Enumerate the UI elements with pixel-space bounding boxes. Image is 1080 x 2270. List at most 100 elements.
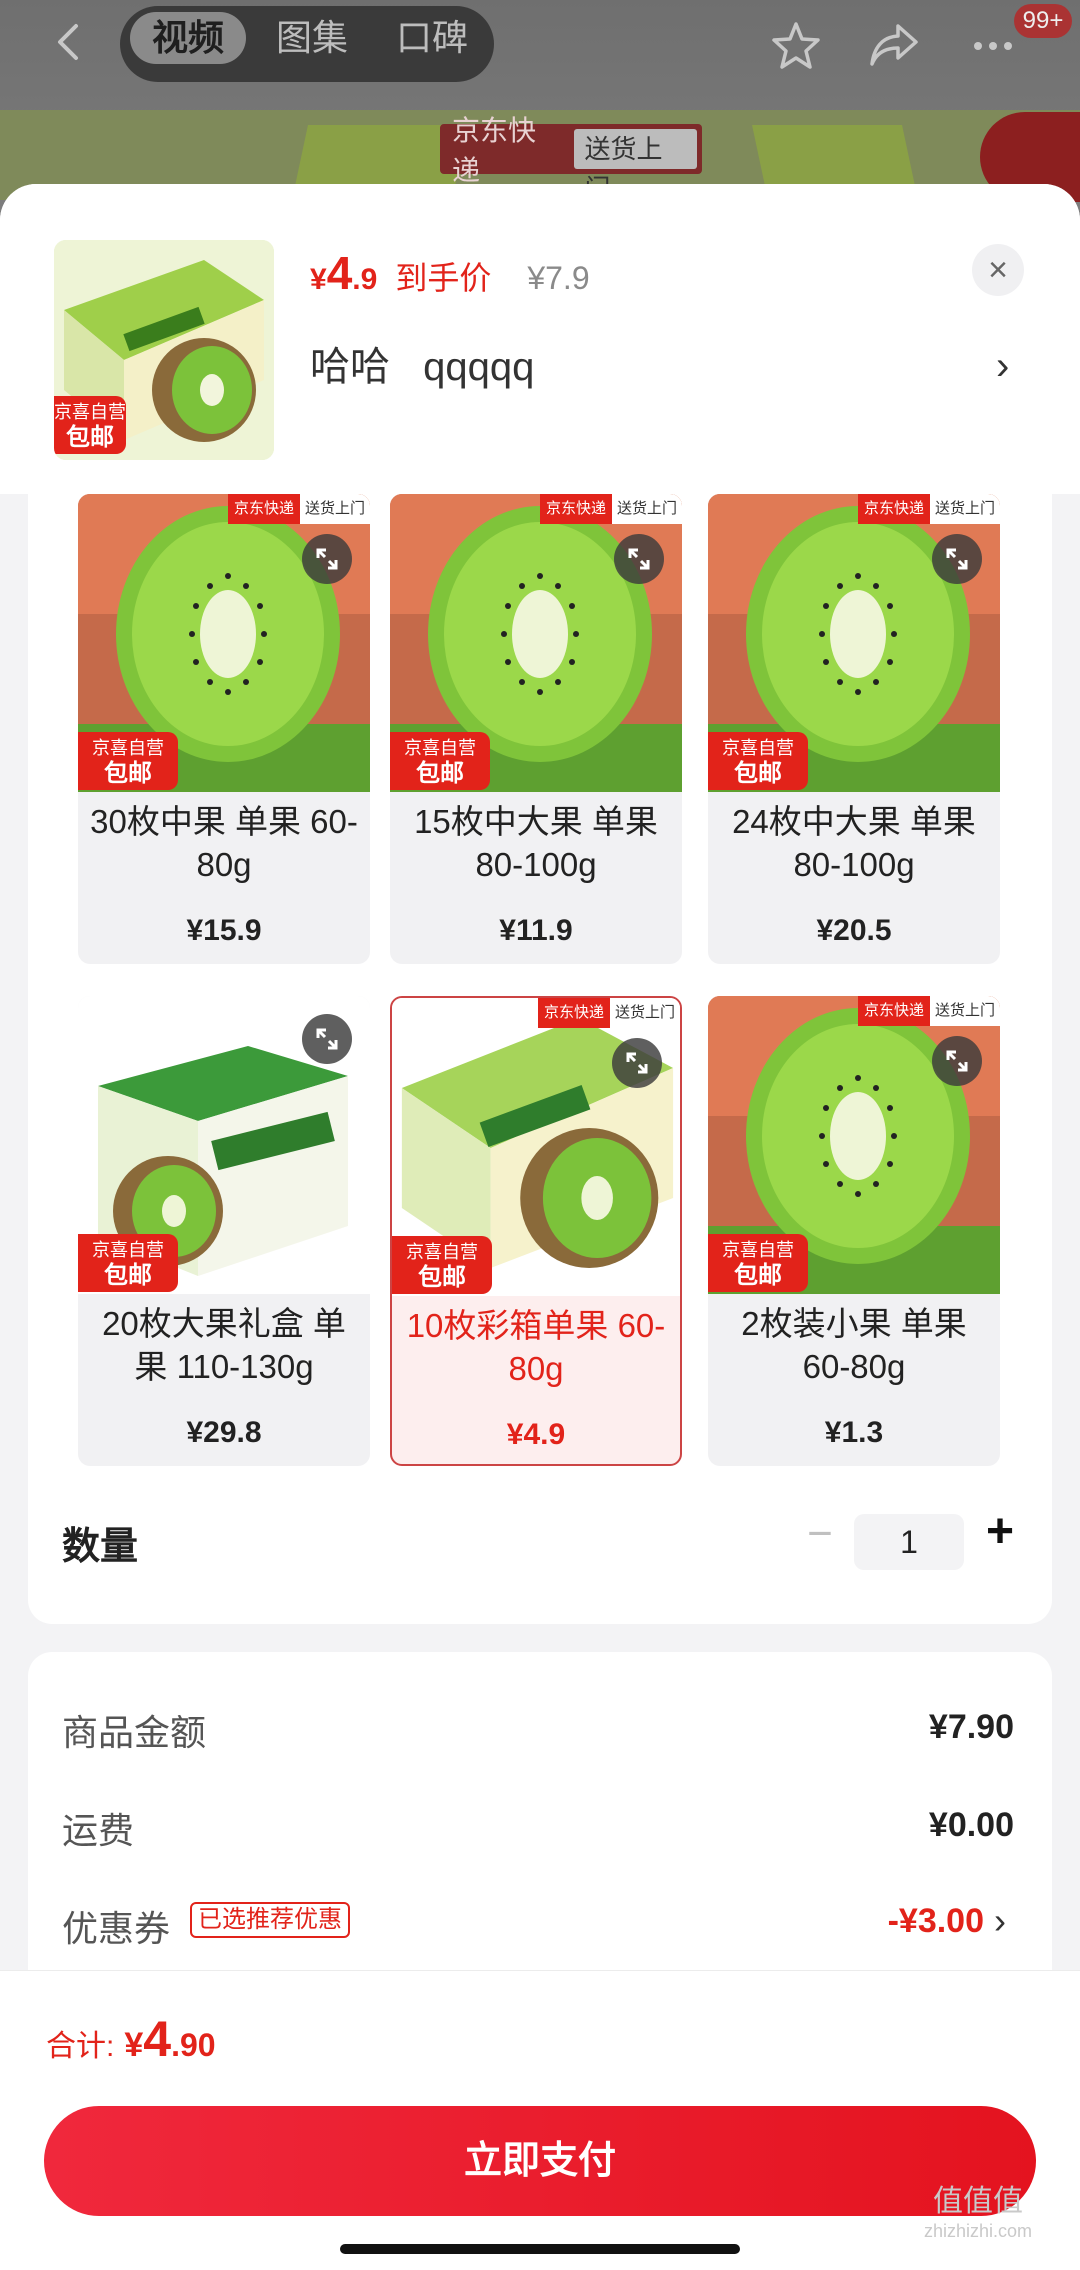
total-currency: ¥ bbox=[124, 2026, 144, 2064]
jd-express-tag: 京东快递 送货上门 bbox=[537, 998, 680, 1028]
jd-express-tag: 京东快递 送货上门 bbox=[227, 494, 370, 524]
jd-express-label: 京东快递 bbox=[537, 998, 610, 1028]
product-option-card[interactable]: 京东快递 送货上门京喜自营 包邮 30枚中果 单果 60-80g ¥15.9 bbox=[78, 494, 370, 964]
product-option-price: ¥11.9 bbox=[499, 914, 573, 947]
expand-icon[interactable] bbox=[302, 1014, 352, 1064]
total-amount: 合计: ¥ 4 .90 bbox=[46, 2010, 216, 2068]
product-option-price: ¥4.9 bbox=[506, 1418, 566, 1451]
jd-express-label: 京东快递 bbox=[227, 494, 300, 524]
product-option-price: ¥29.8 bbox=[186, 1416, 262, 1449]
coupon-selected-chip[interactable]: 已选推荐优惠 bbox=[190, 1902, 350, 1938]
tab-gallery[interactable]: 图集 bbox=[262, 12, 362, 64]
product-option-card[interactable]: 京东快递 送货上门京喜自营 包邮 2枚装小果 单果 60-80g ¥1.3 bbox=[708, 996, 1000, 1466]
home-indicator[interactable] bbox=[340, 2244, 740, 2254]
original-price: ¥7.9 bbox=[527, 260, 590, 296]
delivery-label: 送货上门 bbox=[611, 494, 682, 524]
tab-video[interactable]: 视频 bbox=[130, 12, 246, 64]
free-shipping-label: 包邮 bbox=[734, 1262, 782, 1289]
price-row: ¥ 4 .9 到手价 ¥7.9 bbox=[310, 246, 590, 306]
product-option-name: 24枚中大果 单果 80-100g bbox=[732, 803, 976, 883]
product-option-price: ¥1.3 bbox=[824, 1416, 884, 1449]
self-operated-label: 京喜自营 bbox=[722, 1240, 794, 1260]
free-shipping-label: 包邮 bbox=[416, 760, 464, 787]
self-operated-badge: 京喜自营 包邮 bbox=[78, 1234, 178, 1292]
product-option-card[interactable]: 京东快递 送货上门京喜自营 包邮 10枚彩箱单果 60-80g ¥4.9 bbox=[390, 996, 682, 1466]
product-thumbnail: 京喜自营 包邮 bbox=[54, 240, 274, 460]
price-decimal: .9 bbox=[352, 263, 378, 296]
self-operated-label: 京喜自营 bbox=[92, 1240, 164, 1260]
delivery-label: 送货上门 bbox=[929, 996, 1000, 1026]
shipping-value: ¥0.00 bbox=[928, 1806, 1014, 1844]
star-icon[interactable] bbox=[768, 18, 824, 74]
coupon-value[interactable]: -¥3.00 bbox=[888, 1902, 984, 1941]
jd-express-label: 京东快递 bbox=[452, 115, 537, 186]
more-icon[interactable] bbox=[968, 20, 1018, 70]
final-price-label: 到手价 bbox=[395, 260, 492, 296]
close-button[interactable]: × bbox=[972, 244, 1024, 296]
self-operated-label: 京喜自营 bbox=[404, 738, 476, 758]
goods-amount-label: 商品金额 bbox=[62, 1712, 207, 1753]
delivery-label: 送货上门 bbox=[299, 494, 370, 524]
shipping-label: 运费 bbox=[62, 1810, 135, 1851]
goods-amount-value: ¥7.90 bbox=[928, 1708, 1014, 1746]
product-option-card[interactable]: 京东快递 送货上门京喜自营 包邮 24枚中大果 单果 80-100g ¥20.5 bbox=[708, 494, 1000, 964]
quantity-label: 数量 bbox=[62, 1526, 139, 1568]
quantity-decrease-button[interactable]: − bbox=[800, 1512, 840, 1556]
expand-icon[interactable] bbox=[932, 534, 982, 584]
delivery-label: 送货上门 bbox=[609, 998, 680, 1028]
self-operated-label: 京喜自营 bbox=[722, 738, 794, 758]
quantity-increase-button[interactable]: + bbox=[978, 1508, 1022, 1556]
product-option-name: 2枚装小果 单果 60-80g bbox=[741, 1305, 967, 1385]
self-operated-badge: 京喜自营 包邮 bbox=[392, 1236, 492, 1294]
quantity-input[interactable]: 1 bbox=[854, 1514, 964, 1570]
jd-express-label: 京东快递 bbox=[857, 996, 930, 1026]
jd-express-tag: 京东快递 送货上门 bbox=[539, 494, 682, 524]
delivery-label: 送货上门 bbox=[929, 494, 1000, 524]
chevron-right-icon[interactable]: › bbox=[996, 344, 1009, 389]
self-operated-badge: 京喜自营 包邮 bbox=[78, 732, 178, 790]
price-currency: ¥ bbox=[310, 263, 327, 296]
total-integer: 4 bbox=[143, 2011, 172, 2067]
sheet-header: 京喜自营 包邮 ¥ 4 .9 到手价 ¥7.9 哈哈 qqqqq › × bbox=[0, 184, 1080, 494]
product-option-price: ¥20.5 bbox=[816, 914, 892, 947]
free-shipping-label: 包邮 bbox=[734, 760, 782, 787]
pay-now-button[interactable]: 立即支付 bbox=[44, 2106, 1036, 2216]
jd-express-label: 京东快递 bbox=[539, 494, 612, 524]
price-integer: 4 bbox=[326, 247, 353, 299]
tab-reviews[interactable]: 口碑 bbox=[382, 12, 482, 64]
share-icon[interactable] bbox=[866, 20, 922, 70]
expand-icon[interactable] bbox=[932, 1036, 982, 1086]
expand-icon[interactable] bbox=[614, 534, 664, 584]
product-option-name: 20枚大果礼盒 单果 110-130g bbox=[102, 1305, 346, 1385]
self-operated-badge: 京喜自营 包邮 bbox=[390, 732, 490, 790]
spec-primary: 哈哈 bbox=[310, 345, 390, 389]
total-label: 合计: bbox=[46, 2030, 115, 2063]
self-operated-badge: 京喜自营 包邮 bbox=[708, 732, 808, 790]
message-count-badge: 99+ bbox=[1014, 4, 1072, 38]
total-decimal: .90 bbox=[171, 2027, 216, 2063]
product-option-name: 15枚中大果 单果 80-100g bbox=[414, 803, 658, 883]
product-option-card[interactable]: 京喜自营 包邮 20枚大果礼盒 单果 110-130g ¥29.8 bbox=[78, 996, 370, 1466]
jd-express-banner: 京东快递 送货上门 bbox=[440, 115, 702, 204]
free-shipping-label: 包邮 bbox=[104, 760, 152, 787]
product-option-name: 10枚彩箱单果 60-80g bbox=[406, 1307, 666, 1387]
product-option-price: ¥15.9 bbox=[186, 914, 262, 947]
spec-secondary: qqqqq bbox=[423, 345, 535, 389]
jd-express-label: 京东快递 bbox=[857, 494, 930, 524]
self-operated-label: 京喜自营 bbox=[92, 738, 164, 758]
product-option-card[interactable]: 京东快递 送货上门京喜自营 包邮 15枚中大果 单果 80-100g ¥11.9 bbox=[390, 494, 682, 964]
selected-spec[interactable]: 哈哈 qqqqq bbox=[310, 334, 534, 392]
self-operated-label: 京喜自营 bbox=[406, 1242, 478, 1262]
thumb-self-operated-badge: 京喜自营 包邮 bbox=[54, 396, 126, 454]
jd-express-tag: 京东快递 送货上门 bbox=[857, 996, 1000, 1026]
free-shipping-label: 包邮 bbox=[418, 1264, 466, 1291]
expand-icon[interactable] bbox=[302, 534, 352, 584]
delivery-label: 送货上门 bbox=[574, 129, 697, 204]
product-option-name: 30枚中果 单果 60-80g bbox=[90, 803, 358, 883]
expand-icon[interactable] bbox=[612, 1038, 662, 1088]
site-watermark: 值值值 zhizhizhi.com bbox=[924, 2185, 1033, 2241]
back-arrow-icon[interactable] bbox=[50, 22, 90, 62]
free-shipping-label: 包邮 bbox=[104, 1262, 152, 1289]
self-operated-badge: 京喜自营 包邮 bbox=[708, 1234, 808, 1292]
chevron-right-icon[interactable]: › bbox=[994, 1900, 1006, 1942]
